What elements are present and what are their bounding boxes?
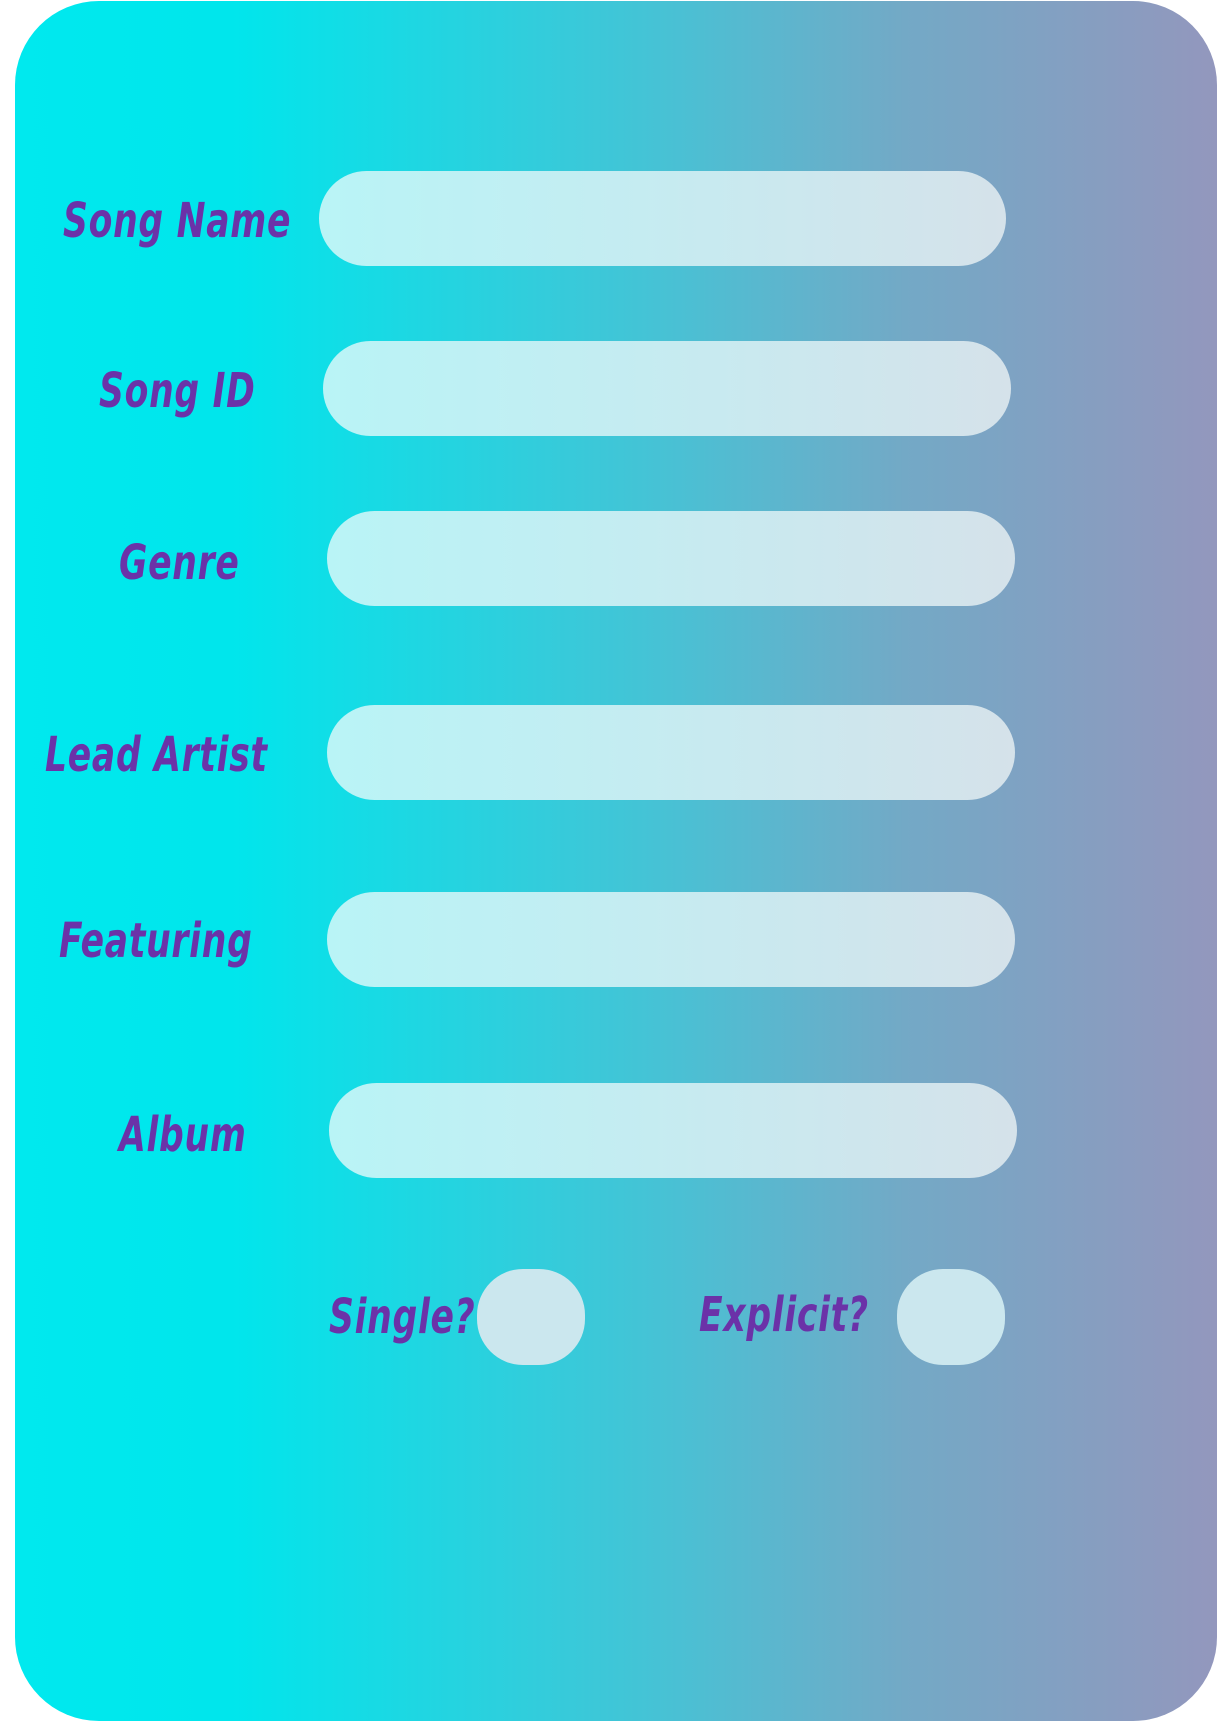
explicit-label: Explicit? xyxy=(699,1287,869,1343)
genre-label: Genre xyxy=(119,535,240,591)
album-label: Album xyxy=(119,1107,247,1163)
single-label: Single? xyxy=(329,1289,476,1345)
featuring-label: Featuring xyxy=(59,913,253,969)
genre-input[interactable] xyxy=(327,511,1015,606)
explicit-toggle[interactable] xyxy=(897,1269,1005,1365)
genre-field[interactable] xyxy=(327,511,1015,606)
lead-artist-label: Lead Artist xyxy=(45,727,268,783)
song-id-label: Song ID xyxy=(99,363,256,419)
song-entry-card: Song Name Song ID Genre Lead Artist Feat… xyxy=(15,1,1217,1721)
lead-artist-input[interactable] xyxy=(327,705,1015,800)
album-field[interactable] xyxy=(329,1083,1017,1178)
featuring-field[interactable] xyxy=(327,892,1015,987)
song-name-input[interactable] xyxy=(319,171,1006,266)
song-id-field[interactable] xyxy=(323,341,1011,436)
song-id-input[interactable] xyxy=(323,341,1011,436)
single-toggle[interactable] xyxy=(477,1269,585,1365)
song-name-label: Song Name xyxy=(63,193,292,249)
album-input[interactable] xyxy=(329,1083,1017,1178)
featuring-input[interactable] xyxy=(327,892,1015,987)
song-name-field[interactable] xyxy=(319,171,1006,266)
lead-artist-field[interactable] xyxy=(327,705,1015,800)
